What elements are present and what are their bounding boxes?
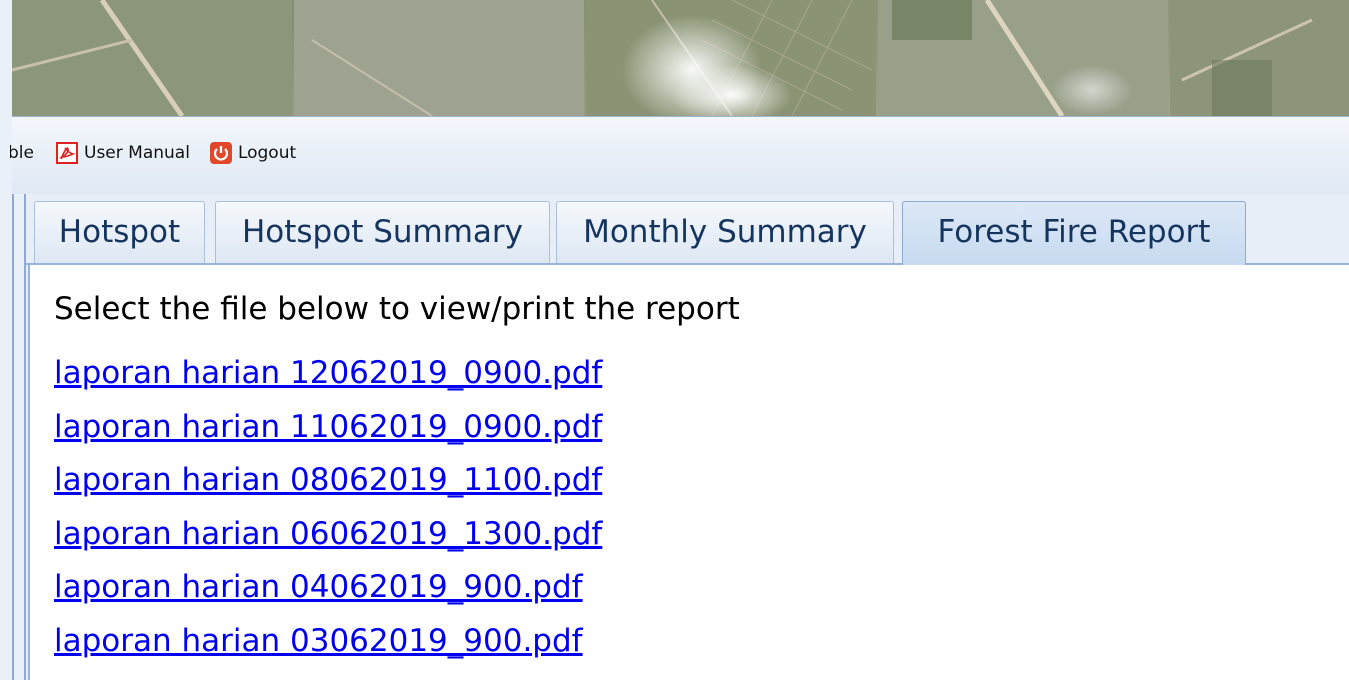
report-file-link[interactable]: laporan harian 06062019_1300.pdf: [54, 516, 602, 552]
list-item: laporan harian 08062019_1100.pdf: [54, 460, 602, 514]
toolbar: ble User Manual Logout: [10, 116, 1349, 195]
tab-hotspot[interactable]: Hotspot: [34, 201, 205, 263]
report-file-link[interactable]: laporan harian 11062019_0900.pdf: [54, 409, 602, 445]
list-item: laporan harian 12062019_0900.pdf: [54, 353, 602, 407]
logout-button[interactable]: Logout: [209, 142, 297, 164]
instructions-text: Select the file below to view/print the …: [54, 291, 740, 327]
tab-monthly-summary[interactable]: Monthly Summary: [556, 201, 894, 263]
report-file-list: laporan harian 12062019_0900.pdf laporan…: [54, 353, 602, 674]
list-item: laporan harian 04062019_900.pdf: [54, 567, 602, 621]
logout-label: Logout: [237, 143, 297, 163]
toolbar-item-truncated[interactable]: ble: [10, 143, 34, 163]
report-content: Select the file below to view/print the …: [28, 265, 1349, 680]
tab-strip: Hotspot Hotspot Summary Monthly Summary …: [26, 194, 1349, 265]
pdf-icon: [56, 142, 78, 164]
list-item: laporan harian 11062019_0900.pdf: [54, 407, 602, 461]
report-file-link[interactable]: laporan harian 03062019_900.pdf: [54, 623, 583, 659]
report-file-link[interactable]: laporan harian 04062019_900.pdf: [54, 569, 583, 605]
app-window: ble User Manual Logout Hotspot Hotspot S…: [0, 0, 1349, 680]
user-manual-link[interactable]: User Manual: [56, 142, 190, 164]
tab-panel: Hotspot Hotspot Summary Monthly Summary …: [26, 194, 1349, 680]
left-frame-border: [12, 194, 26, 680]
report-file-link[interactable]: laporan harian 08062019_1100.pdf: [54, 462, 602, 498]
list-item: laporan harian 06062019_1300.pdf: [54, 514, 602, 568]
tab-hotspot-summary[interactable]: Hotspot Summary: [215, 201, 550, 263]
power-icon: [209, 142, 232, 164]
list-item: laporan harian 03062019_900.pdf: [54, 621, 602, 675]
tab-forest-fire-report[interactable]: Forest Fire Report: [902, 201, 1246, 265]
report-file-link[interactable]: laporan harian 12062019_0900.pdf: [54, 355, 602, 391]
header-banner-image: [12, 0, 1349, 116]
user-manual-label: User Manual: [84, 143, 190, 163]
